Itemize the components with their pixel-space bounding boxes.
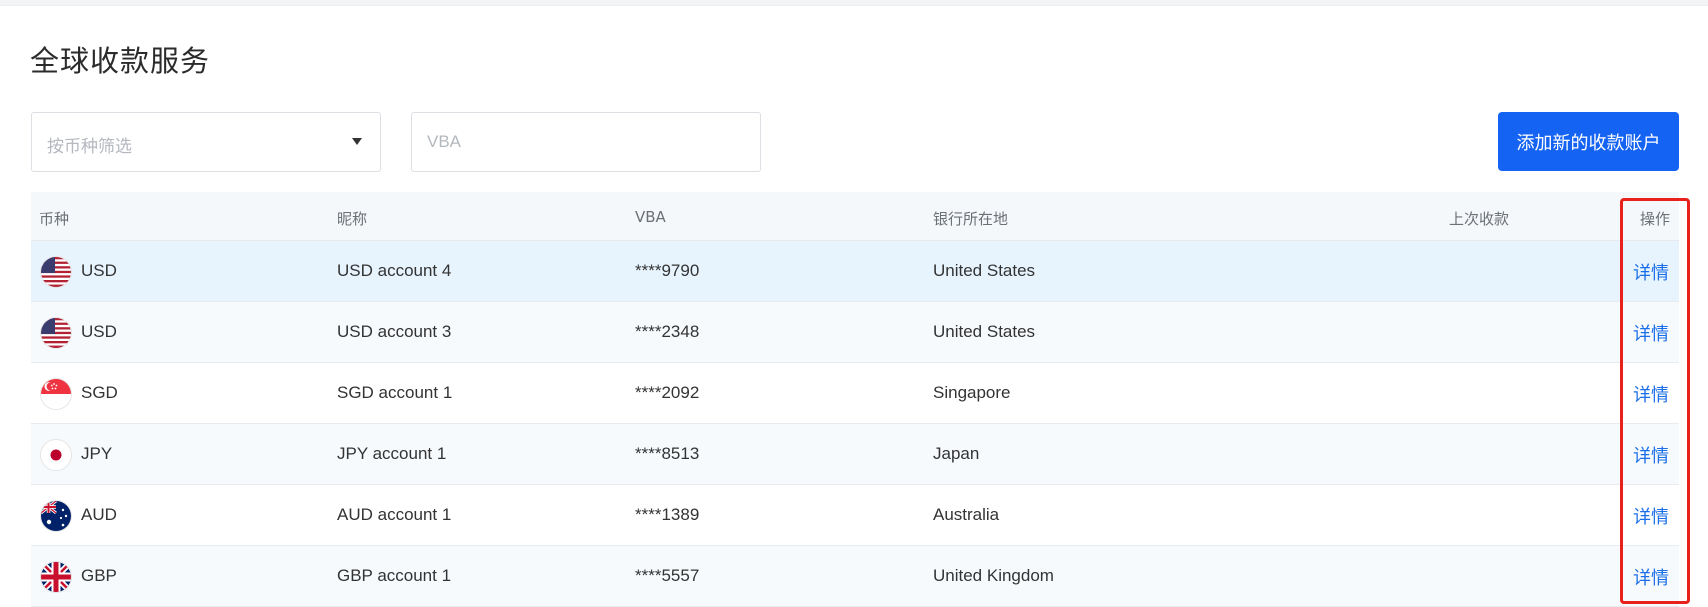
table-row: JPY JPY account 1 ****8513 Japan 详情 bbox=[31, 424, 1679, 485]
table-header: 币种 昵称 VBA 银行所在地 上次收款 操作 bbox=[31, 192, 1679, 241]
table-row: USD USD account 4 ****9790 United States… bbox=[31, 241, 1679, 302]
bank-location: United States bbox=[933, 322, 1036, 341]
bank-location: Japan bbox=[933, 444, 980, 463]
account-nickname: USD account 3 bbox=[337, 322, 452, 341]
vba-number: ****9790 bbox=[635, 261, 700, 280]
vba-number: ****1389 bbox=[635, 505, 700, 524]
currency-code: USD bbox=[81, 322, 117, 341]
header-nickname: 昵称 bbox=[337, 210, 368, 228]
au-flag-icon bbox=[41, 501, 71, 531]
table-row: GBP GBP account 1 ****5557 United Kingdo… bbox=[31, 546, 1679, 607]
account-nickname: JPY account 1 bbox=[337, 444, 447, 463]
header-currency: 币种 bbox=[39, 210, 70, 228]
details-link[interactable]: 详情 bbox=[1633, 442, 1669, 468]
sg-flag-icon bbox=[41, 379, 71, 409]
currency-filter-placeholder: 按币种筛选 bbox=[47, 137, 132, 157]
details-link[interactable]: 详情 bbox=[1633, 259, 1669, 285]
header-bank-location: 银行所在地 bbox=[933, 210, 1009, 228]
header-vba: VBA bbox=[635, 208, 666, 226]
accounts-table: 币种 昵称 VBA 银行所在地 上次收款 操作 USD USD account … bbox=[31, 192, 1679, 607]
vba-number: ****5557 bbox=[635, 566, 700, 585]
top-strip bbox=[0, 0, 1708, 6]
account-nickname: AUD account 1 bbox=[337, 505, 452, 524]
account-nickname: USD account 4 bbox=[337, 261, 452, 280]
us-flag-icon bbox=[41, 318, 71, 348]
jp-flag-icon bbox=[41, 440, 71, 470]
details-link[interactable]: 详情 bbox=[1633, 564, 1669, 590]
vba-search-input[interactable] bbox=[411, 112, 761, 172]
bank-location: United Kingdom bbox=[933, 566, 1054, 585]
account-nickname: GBP account 1 bbox=[337, 566, 452, 585]
details-link[interactable]: 详情 bbox=[1633, 381, 1669, 407]
page-title: 全球收款服务 bbox=[30, 44, 211, 78]
table-row: USD USD account 3 ****2348 United States… bbox=[31, 302, 1679, 363]
account-nickname: SGD account 1 bbox=[337, 383, 453, 402]
vba-number: ****2092 bbox=[635, 383, 700, 402]
bank-location: United States bbox=[933, 261, 1036, 280]
table-row: SGD SGD account 1 ****2092 Singapore 详情 bbox=[31, 363, 1679, 424]
vba-number: ****8513 bbox=[635, 444, 700, 463]
header-last-receipt: 上次收款 bbox=[1449, 210, 1510, 228]
currency-code: JPY bbox=[81, 444, 113, 463]
currency-filter-select[interactable]: 按币种筛选 bbox=[31, 112, 381, 172]
bank-location: Singapore bbox=[933, 383, 1011, 402]
details-link[interactable]: 详情 bbox=[1633, 320, 1669, 346]
vba-number: ****2348 bbox=[635, 322, 700, 341]
details-link[interactable]: 详情 bbox=[1633, 503, 1669, 529]
gb-flag-icon bbox=[41, 562, 71, 592]
currency-code: USD bbox=[81, 261, 117, 280]
bank-location: Australia bbox=[933, 505, 1000, 524]
currency-code: SGD bbox=[81, 383, 118, 402]
caret-down-icon bbox=[352, 138, 362, 145]
table-row: AUD AUD account 1 ****1389 Australia 详情 bbox=[31, 485, 1679, 546]
currency-code: GBP bbox=[81, 566, 117, 585]
currency-code: AUD bbox=[81, 505, 117, 524]
header-operation: 操作 bbox=[1640, 210, 1671, 228]
us-flag-icon bbox=[41, 257, 71, 287]
add-account-button[interactable]: 添加新的收款账户 bbox=[1498, 112, 1679, 171]
